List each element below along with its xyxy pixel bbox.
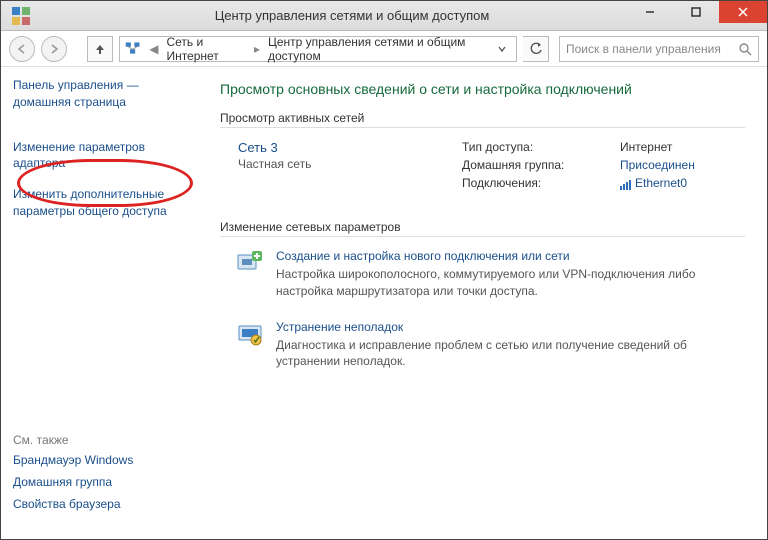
breadcrumb-current[interactable]: Центр управления сетями и общим доступом bbox=[268, 35, 486, 63]
chevron-right-icon: ▸ bbox=[252, 42, 262, 56]
change-settings-title: Изменение сетевых параметров bbox=[220, 220, 745, 234]
sidebar-adapter-link[interactable]: Изменение параметров адаптера bbox=[13, 140, 145, 171]
breadcrumb-root[interactable]: Сеть и Интернет bbox=[166, 35, 246, 63]
address-bar[interactable]: ◀ Сеть и Интернет ▸ Центр управления сет… bbox=[119, 36, 517, 62]
minimize-icon bbox=[645, 7, 655, 17]
main-panel: Просмотр основных сведений о сети и наст… bbox=[206, 67, 767, 539]
sidebar-home-link[interactable]: Панель управления — домашняя страница bbox=[13, 78, 139, 109]
see-also-label: См. также bbox=[13, 433, 194, 447]
sidebar-inet-link[interactable]: Свойства браузера bbox=[13, 497, 194, 511]
maximize-icon bbox=[691, 7, 701, 17]
search-placeholder: Поиск в панели управления bbox=[566, 42, 738, 56]
ethernet-icon bbox=[620, 179, 632, 189]
active-networks-title: Просмотр активных сетей bbox=[220, 111, 745, 125]
sidebar-bottom: См. также Брандмауэр Windows Домашняя гр… bbox=[13, 433, 194, 529]
sidebar-homegroup-link[interactable]: Домашняя группа bbox=[13, 475, 194, 489]
close-button[interactable] bbox=[719, 1, 767, 23]
network-type: Частная сеть bbox=[238, 157, 448, 171]
up-button[interactable] bbox=[87, 36, 113, 62]
maximize-button[interactable] bbox=[673, 1, 719, 23]
forward-button[interactable] bbox=[41, 36, 67, 62]
connections-link-text: Ethernet0 bbox=[635, 176, 687, 190]
back-button[interactable] bbox=[9, 36, 35, 62]
toolbar: ◀ Сеть и Интернет ▸ Центр управления сет… bbox=[1, 31, 767, 67]
troubleshoot-icon bbox=[236, 320, 264, 348]
body: Панель управления — домашняя страница Из… bbox=[1, 67, 767, 539]
new-connection-title: Создание и настройка нового подключения … bbox=[276, 249, 739, 263]
forward-icon bbox=[48, 43, 60, 55]
network-center-icon bbox=[124, 39, 141, 59]
new-connection-icon bbox=[236, 249, 264, 277]
access-type-value: Интернет bbox=[620, 140, 672, 154]
connections-value[interactable]: Ethernet0 bbox=[620, 176, 687, 190]
chevron-left-icon[interactable]: ◀ bbox=[147, 42, 160, 56]
titlebar: Центр управления сетями и общим доступом bbox=[1, 1, 767, 31]
control-panel-icon bbox=[11, 6, 31, 26]
troubleshoot-title: Устранение неполадок bbox=[276, 320, 739, 334]
refresh-button[interactable] bbox=[523, 36, 549, 62]
sidebar-firewall-link[interactable]: Брандмауэр Windows bbox=[13, 453, 194, 467]
back-icon bbox=[16, 43, 28, 55]
up-icon bbox=[93, 42, 107, 56]
homegroup-label: Домашняя группа: bbox=[462, 158, 602, 172]
troubleshoot-desc: Диагностика и исправление проблем с сеть… bbox=[276, 337, 739, 371]
sidebar: Панель управления — домашняя страница Из… bbox=[1, 67, 206, 539]
connections-label: Подключения: bbox=[462, 176, 602, 190]
minimize-button[interactable] bbox=[627, 1, 673, 23]
refresh-icon bbox=[529, 42, 543, 56]
main-heading: Просмотр основных сведений о сети и наст… bbox=[220, 81, 745, 97]
access-type-label: Тип доступа: bbox=[462, 140, 602, 154]
troubleshoot-item[interactable]: Устранение неполадок Диагностика и испра… bbox=[220, 308, 745, 379]
new-connection-desc: Настройка широкополосного, коммутируемог… bbox=[276, 266, 739, 300]
close-icon bbox=[738, 7, 748, 17]
address-dropdown[interactable] bbox=[492, 42, 512, 56]
homegroup-value[interactable]: Присоединен bbox=[620, 158, 695, 172]
active-network-row: Сеть 3 Частная сеть Тип доступа: Интерне… bbox=[220, 128, 745, 212]
window-controls bbox=[627, 1, 767, 23]
sidebar-sharing-link[interactable]: Изменить дополнительные параметры общего… bbox=[13, 187, 167, 218]
new-connection-item[interactable]: Создание и настройка нового подключения … bbox=[220, 237, 745, 308]
search-input[interactable]: Поиск в панели управления bbox=[559, 36, 759, 62]
chevron-down-icon bbox=[498, 45, 506, 53]
network-name[interactable]: Сеть 3 bbox=[238, 140, 448, 155]
search-icon bbox=[738, 42, 752, 56]
